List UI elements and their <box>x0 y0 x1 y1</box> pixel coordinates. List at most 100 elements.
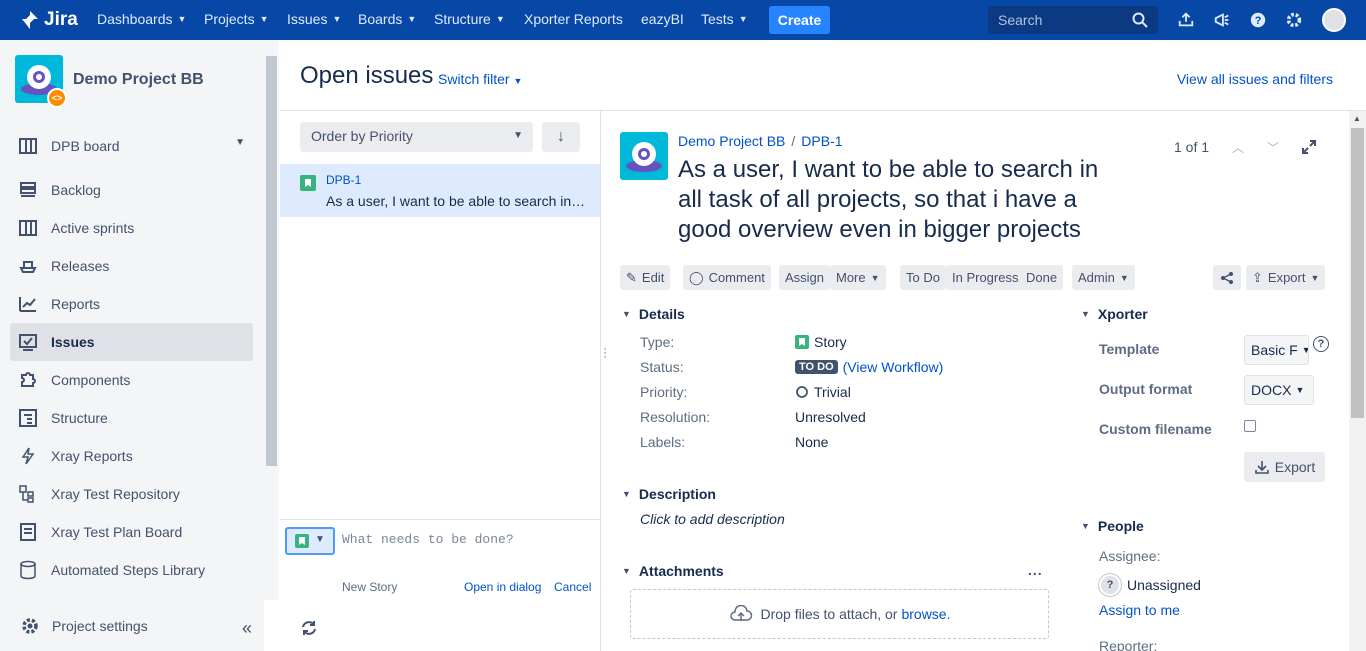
output-format-value: DOCX <box>1251 382 1292 398</box>
labels-value[interactable]: None <box>795 434 828 450</box>
sidebar-scrollbar[interactable] <box>264 40 279 600</box>
resize-grip-icon[interactable]: · · · <box>603 342 607 362</box>
scrollbar-thumb[interactable] <box>266 56 277 466</box>
nav-issues[interactable]: Issues ▼ <box>287 11 341 27</box>
main-scrollbar[interactable]: ▲ <box>1349 111 1366 651</box>
assignee-value[interactable]: ? Unassigned <box>1099 574 1201 596</box>
cancel-link[interactable]: Cancel <box>554 580 591 594</box>
template-label: Template <box>1099 341 1160 357</box>
megaphone-icon[interactable] <box>1212 10 1232 30</box>
create-button[interactable]: Create <box>769 6 830 34</box>
project-settings-link[interactable]: Project settings <box>10 610 148 642</box>
nav-label: Dashboards <box>97 11 173 27</box>
search-input[interactable]: Search <box>988 6 1158 34</box>
sidebar-item-xray-test-repository[interactable]: Xray Test Repository <box>10 475 253 513</box>
attachment-dropzone[interactable]: Drop files to attach, or browse. <box>630 589 1049 639</box>
admin-button[interactable]: Admin ▼ <box>1072 265 1135 290</box>
output-format-select[interactable]: DOCX ▼ <box>1244 375 1314 405</box>
xporter-section-toggle[interactable]: ▼ Xporter <box>1081 306 1148 322</box>
transition-todo-button[interactable]: To Do <box>900 265 946 290</box>
transition-in-progress-button[interactable]: In Progress <box>946 265 1025 290</box>
details-section-toggle[interactable]: ▼ Details <box>622 306 685 322</box>
sidebar-item-issues[interactable]: Issues <box>10 323 253 361</box>
chevron-down-icon: ▼ <box>235 137 245 148</box>
more-button[interactable]: More ▼ <box>830 265 886 290</box>
sidebar-item-backlog[interactable]: Backlog <box>10 171 253 209</box>
issue-type-picker[interactable]: ▼ <box>285 527 335 555</box>
sidebar-item-board[interactable]: DPB board ▼ <box>10 127 253 165</box>
nav-eazybi[interactable]: eazyBI <box>641 11 684 27</box>
description-section-toggle[interactable]: ▼ Description <box>622 486 716 502</box>
description-field[interactable]: Click to add description <box>640 511 785 527</box>
download-icon <box>1254 461 1269 474</box>
issue-key: DPB-1 <box>326 173 362 187</box>
sidebar-item-releases[interactable]: Releases <box>10 247 253 285</box>
scrollbar-thumb[interactable] <box>1351 128 1364 418</box>
order-by-dropdown[interactable]: Order by Priority ▼ <box>300 122 533 152</box>
sidebar-item-xray-reports[interactable]: Xray Reports <box>10 437 253 475</box>
expand-icon[interactable] <box>1300 138 1318 156</box>
priority-label: Priority: <box>640 384 688 400</box>
view-workflow-link[interactable]: (View Workflow) <box>843 359 944 375</box>
template-select[interactable]: Basic F ▼ <box>1244 335 1309 365</box>
nav-label: Xporter Reports <box>524 11 623 27</box>
help-icon[interactable]: ? <box>1313 336 1329 352</box>
transition-done-button[interactable]: Done <box>1020 265 1064 290</box>
browse-link[interactable]: browse. <box>901 606 950 622</box>
jira-logo[interactable]: Jira <box>20 9 78 31</box>
upload-icon[interactable] <box>1176 10 1196 30</box>
sort-direction-button[interactable]: ↓ <box>542 122 580 152</box>
assign-button[interactable]: Assign <box>779 265 831 290</box>
sidebar-item-active-sprints[interactable]: Active sprints <box>10 209 253 247</box>
comment-button[interactable]: ◯ Comment <box>683 265 771 290</box>
avatar[interactable] <box>1322 8 1346 32</box>
sprints-icon <box>18 218 38 238</box>
help-icon[interactable]: ? <box>1248 10 1268 30</box>
export-icon: ⇪ <box>1252 269 1263 285</box>
attachments-more-button[interactable]: ... <box>1028 562 1043 578</box>
open-in-dialog-link[interactable]: Open in dialog <box>464 580 541 594</box>
type-text: Story <box>814 334 847 350</box>
issue-list-item[interactable]: DPB-1 As a user, I want to be able to se… <box>280 164 600 217</box>
export-dropdown-button[interactable]: ⇪ Export ▼ <box>1246 265 1326 290</box>
switch-filter-link[interactable]: Switch filter ▼ <box>438 71 522 87</box>
nav-boards[interactable]: Boards ▼ <box>358 11 416 27</box>
svg-text:?: ? <box>1255 15 1262 27</box>
nav-dashboards[interactable]: Dashboards ▼ <box>97 11 186 27</box>
refresh-icon[interactable] <box>300 619 318 637</box>
new-issue-input[interactable]: What needs to be done? <box>342 532 514 547</box>
custom-filename-checkbox[interactable] <box>1244 420 1256 432</box>
previous-issue-icon[interactable]: ︿ <box>1232 139 1244 156</box>
people-section-toggle[interactable]: ▼ People <box>1081 518 1144 534</box>
create-divider <box>280 519 600 520</box>
share-button[interactable] <box>1213 265 1241 290</box>
collapse-sidebar-icon[interactable]: « <box>242 618 260 638</box>
nav-projects[interactable]: Projects ▼ <box>204 11 269 27</box>
project-name[interactable]: Demo Project BB <box>73 71 204 89</box>
sidebar-item-structure[interactable]: Structure <box>10 399 253 437</box>
sidebar-item-xray-test-plan-board[interactable]: Xray Test Plan Board <box>10 513 253 551</box>
cloud-upload-icon <box>729 605 752 621</box>
nav-structure[interactable]: Structure ▼ <box>434 11 505 27</box>
breadcrumb-project[interactable]: Demo Project BB <box>678 133 785 149</box>
nav-tests[interactable]: Tests ▼ <box>701 11 748 27</box>
sidebar-item-reports[interactable]: Reports <box>10 285 253 323</box>
sidebar-item-automated-steps-library[interactable]: Automated Steps Library <box>10 551 253 589</box>
jira-logo-icon <box>22 11 38 29</box>
sidebar-item-components[interactable]: Components <box>10 361 253 399</box>
type-value: Story <box>795 334 847 350</box>
attachments-section-toggle[interactable]: ▼ Attachments <box>622 563 724 579</box>
breadcrumb-separator: / <box>791 133 796 149</box>
nav-xporter-reports[interactable]: Xporter Reports <box>524 11 623 27</box>
edit-label: Edit <box>641 270 665 285</box>
puzzle-icon <box>18 370 38 390</box>
status-label: Status: <box>640 359 684 375</box>
breadcrumb-issue-key[interactable]: DPB-1 <box>801 133 842 149</box>
next-issue-icon[interactable]: ﹀ <box>1267 139 1279 156</box>
view-all-issues-link[interactable]: View all issues and filters <box>1177 71 1333 87</box>
edit-button[interactable]: ✎ Edit <box>620 265 671 290</box>
scroll-up-icon[interactable]: ▲ <box>1353 114 1361 123</box>
gear-icon[interactable] <box>1284 10 1304 30</box>
assign-to-me-link[interactable]: Assign to me <box>1099 602 1180 618</box>
xporter-export-button[interactable]: Export <box>1244 452 1325 482</box>
